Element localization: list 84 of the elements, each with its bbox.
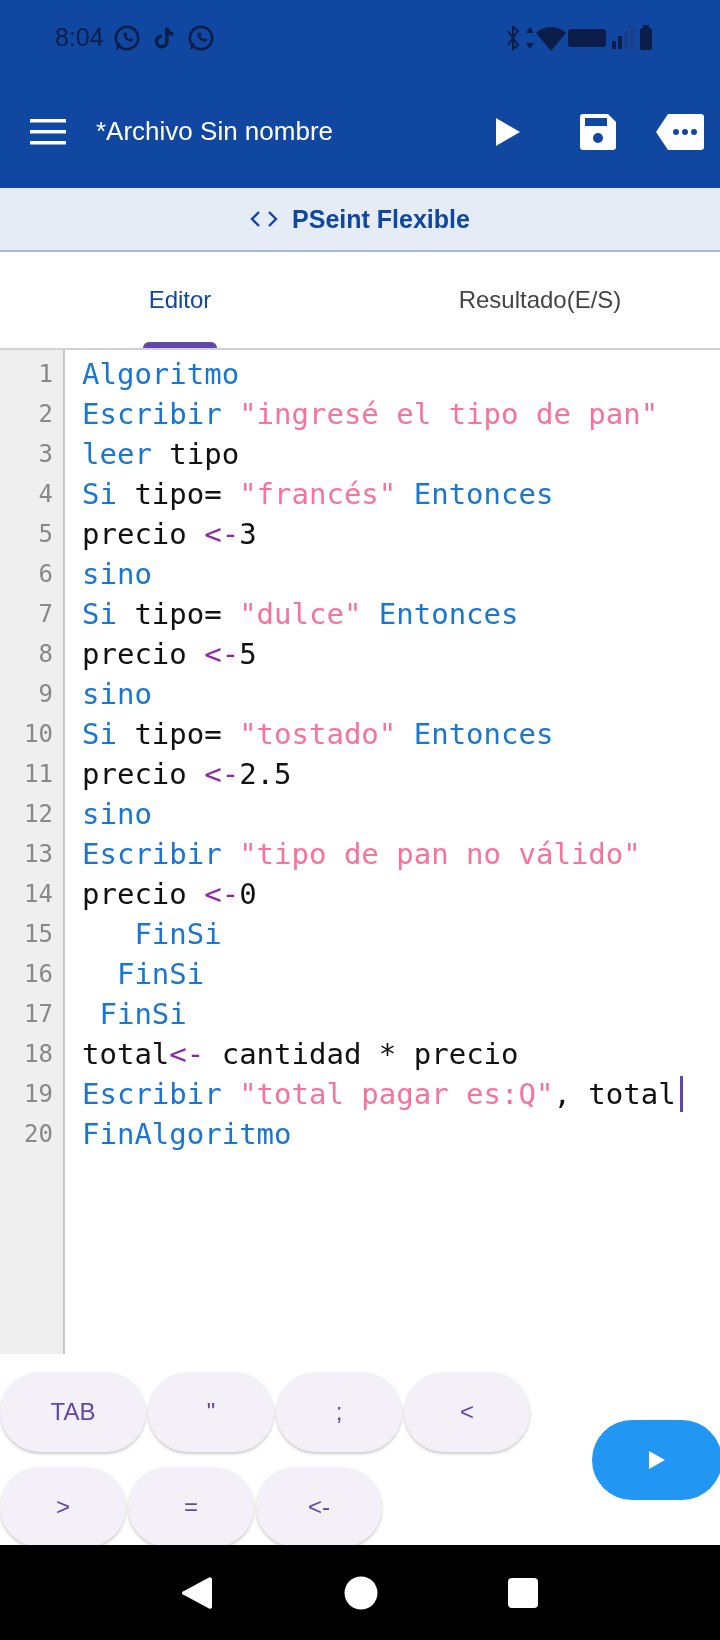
line-number: 19 xyxy=(23,1079,54,1110)
play-icon xyxy=(649,1451,665,1469)
mode-title: PSeint Flexible xyxy=(292,204,470,234)
line-number: 12 xyxy=(23,799,54,830)
code-text: cantidad * precio xyxy=(220,1036,519,1073)
line-number: 20 xyxy=(23,1119,54,1150)
code-keyword: Escribir xyxy=(82,1076,222,1113)
home-icon[interactable] xyxy=(344,1575,378,1610)
code-text: tipo= xyxy=(133,596,223,633)
code-operator: <- xyxy=(204,636,240,673)
code-text: 0 xyxy=(239,876,257,913)
code-keyword: leer xyxy=(82,436,152,473)
save-icon[interactable] xyxy=(580,113,616,150)
code-string: "francés" xyxy=(239,476,397,513)
line-number: 1 xyxy=(37,359,54,390)
code-keyword: sino xyxy=(82,556,152,593)
code-icon xyxy=(250,210,279,228)
recents-icon[interactable] xyxy=(508,1577,538,1608)
code-text: tipo xyxy=(168,436,240,473)
key-button[interactable]: <- xyxy=(256,1467,382,1547)
code-text: , total xyxy=(553,1076,676,1113)
run-icon[interactable] xyxy=(496,117,520,146)
line-number: 9 xyxy=(37,679,54,710)
code-keyword: Algoritmo xyxy=(82,356,240,393)
code-keyword: Si xyxy=(82,716,117,753)
key-button[interactable]: " xyxy=(148,1372,274,1452)
key-button[interactable]: TAB xyxy=(0,1372,146,1452)
code-keyword: FinSi xyxy=(98,996,187,1033)
line-number: 7 xyxy=(37,599,54,630)
code-keyword: sino xyxy=(82,676,152,713)
code-string: "tostado" xyxy=(239,716,397,753)
code-keyword: Escribir xyxy=(82,396,222,433)
line-number: 16 xyxy=(23,959,54,990)
code-text: tipo= xyxy=(133,476,223,513)
line-number: 3 xyxy=(37,439,54,470)
menu-icon[interactable] xyxy=(30,118,66,145)
code-text: precio xyxy=(82,876,188,913)
more-icon[interactable] xyxy=(656,113,704,150)
code-text: tipo= xyxy=(133,716,223,753)
code-keyword: Entonces xyxy=(412,476,554,513)
code-keyword: FinSi xyxy=(115,956,205,993)
back-icon[interactable] xyxy=(182,1575,214,1610)
code-keyword: Si xyxy=(82,596,117,633)
code-keyword: sino xyxy=(82,796,152,833)
line-number: 14 xyxy=(23,879,54,910)
file-title: *Archivo Sin nombre xyxy=(96,116,334,147)
code-text: 2.5 xyxy=(239,756,292,793)
run-button[interactable] xyxy=(592,1420,720,1500)
code-operator: <- xyxy=(204,756,240,793)
line-number: 13 xyxy=(23,839,54,870)
line-number: 17 xyxy=(23,999,54,1030)
code-string: "ingresé el tipo de pan" xyxy=(238,396,659,433)
code-keyword: Escribir xyxy=(82,836,222,873)
code-operator: <- xyxy=(204,516,240,553)
line-number: 2 xyxy=(37,399,54,430)
key-button[interactable]: ; xyxy=(276,1372,402,1452)
code-text: precio xyxy=(82,636,188,673)
code-string: "dulce" xyxy=(239,596,362,633)
code-text: 3 xyxy=(239,516,257,553)
key-button[interactable]: > xyxy=(0,1467,126,1547)
line-number: 15 xyxy=(23,919,54,950)
code-string: "tipo de pan no válido" xyxy=(238,836,641,873)
line-number: 10 xyxy=(23,719,54,750)
code-keyword: FinAlgoritmo xyxy=(82,1116,292,1153)
key-button[interactable]: = xyxy=(128,1467,254,1547)
code-keyword: FinSi xyxy=(133,916,222,953)
code-text: total xyxy=(82,1036,170,1073)
code-operator: <- xyxy=(169,1036,205,1073)
line-number: 8 xyxy=(37,639,54,670)
line-number: 18 xyxy=(23,1039,54,1070)
line-number: 11 xyxy=(23,759,54,790)
line-number: 6 xyxy=(37,559,54,590)
code-text: precio xyxy=(82,516,188,553)
code-keyword: Entonces xyxy=(412,716,554,753)
line-number: 4 xyxy=(37,479,54,510)
key-button[interactable]: < xyxy=(404,1372,530,1452)
code-text: 5 xyxy=(239,636,257,673)
line-number: 5 xyxy=(37,519,54,550)
code-text: precio xyxy=(82,756,188,793)
status-time: 8:04 xyxy=(55,23,104,52)
code-keyword: Entonces xyxy=(377,596,519,633)
code-string: "total pagar es:Q" xyxy=(238,1076,554,1113)
code-keyword: Si xyxy=(82,476,117,513)
code-operator: <- xyxy=(204,876,240,913)
